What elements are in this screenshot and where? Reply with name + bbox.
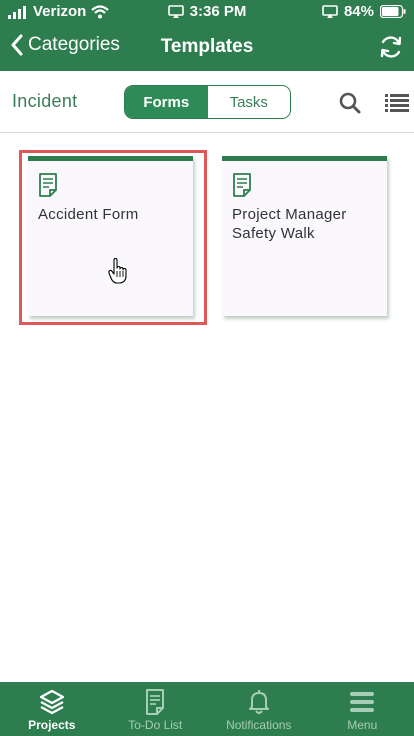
template-title: Accident Form [38,206,139,223]
refresh-icon[interactable] [378,34,404,60]
search-icon[interactable] [338,91,362,115]
tab-to-do-list[interactable]: To-Do List [104,682,208,736]
layers-icon [39,689,64,715]
checklist-icon [146,689,165,715]
hand-cursor-icon [108,258,127,284]
chevron-left-icon [11,34,23,56]
document-icon [233,173,251,197]
clock: 3:36 PM [189,3,247,20]
forms-tasks-segmented-control: Forms Tasks [124,85,291,119]
segment-tasks[interactable]: Tasks [207,86,290,118]
status-right: 84% [322,3,406,20]
battery-percent: 84% [343,3,374,20]
document-icon [39,173,57,197]
tab-notifications[interactable]: Notifications [207,682,311,736]
tab-projects[interactable]: Projects [0,682,104,736]
tab-label: Projects [28,718,76,732]
tab-menu[interactable]: Menu [311,682,414,736]
back-label: Categories [28,34,120,55]
list-view-icon[interactable] [385,93,409,113]
screen-mirroring-icon [167,4,184,18]
bottom-tab-bar: Projects To-Do List Notifications Menu [0,682,414,736]
tab-label: Notifications [226,718,292,732]
template-title: Project Manager Safety Walk [232,206,347,242]
template-card-safety-walk[interactable]: Project Manager Safety Walk [222,156,387,316]
bell-icon [248,690,269,714]
battery-icon [380,5,406,18]
nav-bar: Categories Templates [0,24,414,71]
tab-label: To-Do List [128,718,183,732]
screen-mirroring-icon [322,4,338,18]
status-bar: Verizon 3:36 PM 84% [0,0,414,24]
tab-label: Menu [347,718,378,732]
segment-forms[interactable]: Forms [125,86,208,118]
template-card-accident-form[interactable]: Accident Form [28,156,193,316]
category-label: Incident [12,91,78,111]
hamburger-icon [350,692,375,712]
filter-row: Incident Forms Tasks [0,71,414,133]
back-button[interactable]: Categories [10,34,120,56]
